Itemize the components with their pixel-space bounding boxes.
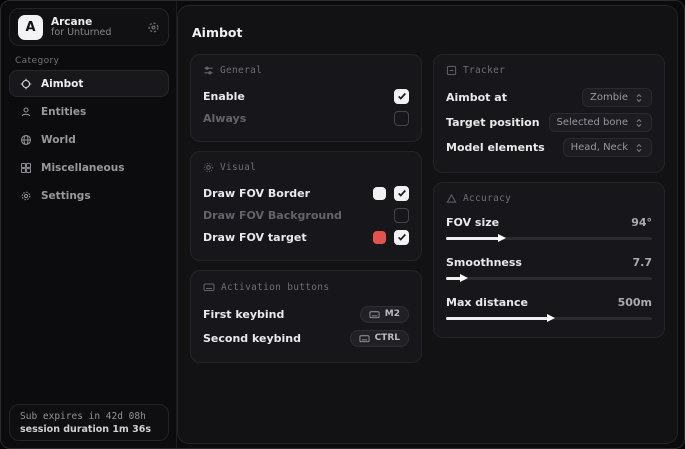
card-title: Activation buttons bbox=[221, 282, 329, 293]
color-swatch-white[interactable] bbox=[373, 187, 386, 200]
fov-background-checkbox[interactable] bbox=[394, 208, 409, 223]
crosshair-icon bbox=[20, 78, 32, 90]
subscription-info: Sub expires in 42d 08h session duration … bbox=[9, 404, 169, 441]
app-header: A Arcane for Unturned bbox=[9, 8, 169, 46]
slider-thumb[interactable] bbox=[498, 234, 506, 242]
general-card: General Enable Always bbox=[190, 54, 422, 142]
setting-row-second-keybind: Second keybind CTRL bbox=[203, 326, 409, 350]
setting-row-fov-background: Draw FOV Background bbox=[203, 204, 409, 226]
app-name: Arcane bbox=[51, 16, 139, 28]
setting-group-smoothness: Smoothness 7.7 bbox=[446, 253, 652, 283]
aimbot-at-select[interactable]: Zombie bbox=[582, 88, 652, 107]
sidebar-item-label: Entities bbox=[41, 106, 86, 118]
sidebar-item-aimbot[interactable]: Aimbot bbox=[9, 70, 169, 97]
slider-thumb[interactable] bbox=[460, 274, 468, 282]
setting-row-enable: Enable bbox=[203, 85, 409, 107]
activation-card: Activation buttons First keybind M2 Seco… bbox=[190, 270, 422, 363]
sidebar-item-label: Settings bbox=[41, 190, 91, 202]
triangle-icon bbox=[446, 193, 457, 204]
slider-thumb[interactable] bbox=[547, 314, 555, 322]
card-title: General bbox=[220, 65, 262, 76]
fov-size-value: 94° bbox=[631, 216, 652, 229]
enable-checkbox[interactable] bbox=[394, 89, 409, 104]
sun-icon bbox=[203, 162, 214, 173]
setting-group-fov-size: FOV size 94° bbox=[446, 213, 652, 243]
sidebar-item-label: World bbox=[41, 134, 76, 146]
always-checkbox[interactable] bbox=[394, 111, 409, 126]
max-distance-value: 500m bbox=[618, 296, 652, 309]
right-column: Tracker Aimbot at Zombie Target position bbox=[433, 54, 665, 363]
globe-icon bbox=[20, 134, 32, 146]
sync-icon[interactable] bbox=[147, 21, 160, 34]
session-duration-text: session duration 1m 36s bbox=[20, 424, 158, 435]
sliders-icon bbox=[203, 65, 214, 76]
main-panel: Aimbot General Enable bbox=[177, 5, 678, 444]
setting-row-always: Always bbox=[203, 107, 409, 129]
smoothness-value: 7.7 bbox=[633, 256, 653, 269]
page-title: Aimbot bbox=[192, 25, 665, 40]
target-position-select[interactable]: Selected bone bbox=[549, 113, 652, 132]
left-column: General Enable Always bbox=[190, 54, 422, 363]
color-swatch-red[interactable] bbox=[373, 231, 386, 244]
app-window: A Arcane for Unturned Category Aimbot bbox=[0, 0, 685, 449]
setting-row-target-position: Target position Selected bone bbox=[446, 110, 652, 135]
card-title: Tracker bbox=[463, 65, 505, 76]
setting-row-model-elements: Model elements Head, Neck bbox=[446, 135, 652, 160]
minus-square-icon bbox=[446, 65, 457, 76]
card-title: Visual bbox=[220, 162, 256, 173]
app-subtitle: for Unturned bbox=[51, 28, 139, 39]
setting-row-fov-border: Draw FOV Border bbox=[203, 182, 409, 204]
keyboard-icon bbox=[359, 333, 370, 344]
setting-row-fov-target: Draw FOV target bbox=[203, 226, 409, 248]
sub-expiry-text: Sub expires in 42d 08h bbox=[20, 411, 158, 422]
sidebar-item-miscellaneous[interactable]: Miscellaneous bbox=[9, 154, 169, 181]
visual-card: Visual Draw FOV Border Draw FOV Backgrou… bbox=[190, 151, 422, 261]
sidebar-item-entities[interactable]: Entities bbox=[9, 98, 169, 125]
grid-icon bbox=[20, 162, 32, 174]
setting-group-max-distance: Max distance 500m bbox=[446, 293, 652, 323]
fov-border-checkbox[interactable] bbox=[394, 186, 409, 201]
smoothness-slider[interactable] bbox=[446, 274, 652, 283]
accuracy-card: Accuracy FOV size 94° bbox=[433, 182, 665, 338]
sidebar-menu: Aimbot Entities World Miscellaneous bbox=[9, 70, 169, 209]
chevrons-up-down-icon bbox=[634, 118, 644, 128]
sidebar-item-label: Aimbot bbox=[41, 78, 83, 90]
sidebar-item-world[interactable]: World bbox=[9, 126, 169, 153]
app-logo: A bbox=[18, 15, 43, 40]
sidebar-item-label: Miscellaneous bbox=[41, 162, 124, 174]
model-elements-select[interactable]: Head, Neck bbox=[563, 138, 652, 157]
sidebar-item-settings[interactable]: Settings bbox=[9, 182, 169, 209]
entities-icon bbox=[20, 106, 32, 118]
chevrons-up-down-icon bbox=[634, 143, 644, 153]
tracker-card: Tracker Aimbot at Zombie Target position bbox=[433, 54, 665, 173]
setting-row-first-keybind: First keybind M2 bbox=[203, 302, 409, 326]
first-keybind-button[interactable]: M2 bbox=[360, 306, 409, 323]
keyboard-icon bbox=[203, 281, 215, 293]
max-distance-slider[interactable] bbox=[446, 314, 652, 323]
fov-size-slider[interactable] bbox=[446, 234, 652, 243]
sidebar: A Arcane for Unturned Category Aimbot bbox=[1, 1, 177, 448]
gear-icon bbox=[20, 190, 32, 202]
keyboard-icon bbox=[369, 309, 380, 320]
second-keybind-button[interactable]: CTRL bbox=[350, 330, 409, 347]
setting-row-aimbot-at: Aimbot at Zombie bbox=[446, 85, 652, 110]
fov-target-checkbox[interactable] bbox=[394, 230, 409, 245]
category-label: Category bbox=[15, 56, 59, 66]
chevrons-up-down-icon bbox=[634, 93, 644, 103]
card-title: Accuracy bbox=[463, 193, 511, 204]
